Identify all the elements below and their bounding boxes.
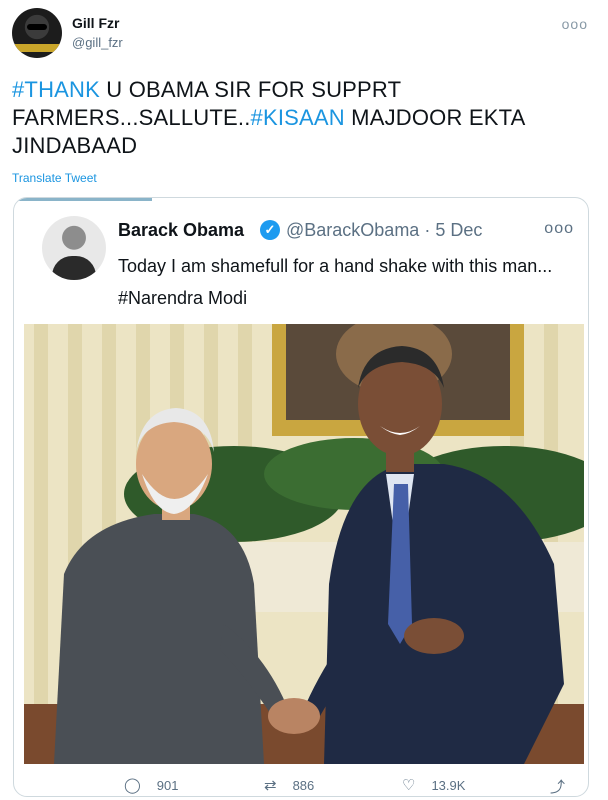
retweet-count: 886 [292, 778, 315, 793]
reply-action[interactable]: ◯ 901 [124, 776, 179, 794]
reply-icon: ◯ [124, 777, 141, 794]
sunglasses-shape [27, 24, 47, 30]
retweet-icon: ⇄ [264, 777, 277, 794]
like-count: 13.9K [431, 778, 466, 793]
tweet-text: #THANK U OBAMA SIR FOR SUPPRT FARMERS...… [12, 76, 597, 160]
tweet: Gill Fzr @gill_fzr ooo #THANK U OBAMA SI… [0, 0, 608, 800]
share-icon: ⤴ [550, 779, 566, 796]
avatar-band [12, 44, 62, 52]
quoted-tweet-text: Today I am shamefull for a hand shake wi… [118, 256, 553, 308]
hashtag-link-kisaan[interactable]: #KISAAN [251, 105, 345, 130]
tweet-actions: ◯ 901 ⇄ 886 ♡ 13.9K ⤴ [14, 770, 588, 796]
handshake-photo-illustration [24, 324, 584, 764]
more-icon[interactable]: ooo [562, 16, 588, 32]
user-name[interactable]: Gill Fzr [72, 15, 119, 31]
quoted-avatar-body [52, 256, 96, 280]
like-action[interactable]: ♡ 13.9K [402, 776, 465, 794]
quoted-screenshot-card[interactable]: Barack Obama ✓ @BarackObama · 5 Dec ooo … [13, 197, 589, 797]
retweet-action[interactable]: ⇄ 886 [264, 776, 314, 794]
share-action[interactable]: ⤴ [550, 776, 581, 796]
translate-tweet-link[interactable]: Translate Tweet [12, 171, 97, 185]
user-handle[interactable]: @gill_fzr [72, 35, 123, 50]
card-accent-line [14, 198, 152, 201]
heart-icon: ♡ [402, 777, 416, 794]
verified-badge-icon: ✓ [260, 220, 280, 240]
quoted-avatar [42, 216, 106, 280]
quoted-more-icon: ooo [544, 220, 574, 237]
reply-count: 901 [156, 778, 179, 793]
hashtag-link-thank[interactable]: #THANK [12, 77, 100, 102]
user-avatar[interactable] [12, 8, 62, 58]
quoted-user-name: Barack Obama [118, 220, 245, 240]
quoted-handle-date: @BarackObama · 5 Dec [286, 220, 483, 240]
handshake-photo [24, 324, 584, 764]
